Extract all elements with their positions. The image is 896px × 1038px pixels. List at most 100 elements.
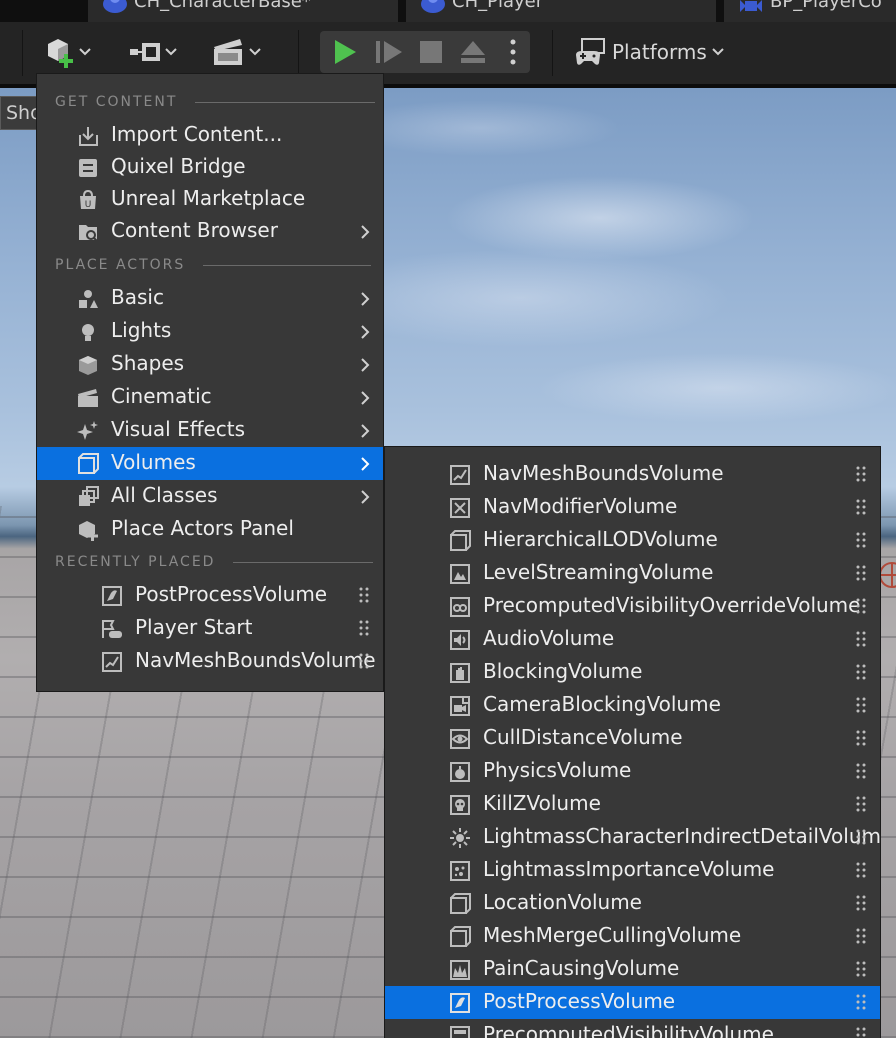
- add-content-button[interactable]: [44, 34, 92, 70]
- submenu-item-paincausingvolume[interactable]: PainCausingVolume: [385, 953, 880, 986]
- stop-button[interactable]: [416, 37, 446, 67]
- menu-item-label: Shapes: [111, 351, 185, 375]
- menu-item-label: Place Actors Panel: [111, 516, 294, 540]
- submenu-item-meshmergecullingvolume[interactable]: MeshMergeCullingVolume: [385, 920, 880, 953]
- gamepad-monitor-icon: [576, 38, 605, 65]
- drag-handle-icon[interactable]: [856, 993, 866, 1011]
- menu-item-import-content[interactable]: Import Content...: [37, 119, 383, 152]
- controller-blueprint-icon: [740, 0, 762, 12]
- advance-frame-button[interactable]: [374, 37, 404, 67]
- menu-item-all-classes[interactable]: All Classes: [37, 480, 383, 513]
- recent-item-postprocessvolume[interactable]: PostProcessVolume: [37, 579, 383, 612]
- drag-handle-icon[interactable]: [856, 564, 866, 582]
- recent-item-player-start[interactable]: Player Start: [37, 612, 383, 645]
- submenu-item-precomputedvisibilityvolume[interactable]: PrecomputedVisibilityVolume: [385, 1019, 880, 1038]
- drag-handle-icon[interactable]: [856, 465, 866, 483]
- submenu-item-hierarchicallodvolume[interactable]: HierarchicalLODVolume: [385, 524, 880, 557]
- play-button[interactable]: [330, 37, 360, 67]
- drag-handle-icon[interactable]: [856, 630, 866, 648]
- drag-handle-icon[interactable]: [856, 960, 866, 978]
- drag-handle-icon[interactable]: [856, 729, 866, 747]
- chevron-down-icon: [79, 48, 91, 56]
- drag-handle-icon[interactable]: [856, 927, 866, 945]
- drag-handle-icon[interactable]: [856, 597, 866, 615]
- drag-handle-icon[interactable]: [856, 828, 866, 846]
- submenu-item-audiovolume[interactable]: AudioVolume: [385, 623, 880, 656]
- drag-handle-icon[interactable]: [856, 762, 866, 780]
- drag-handle-icon[interactable]: [856, 861, 866, 879]
- drag-handle-icon[interactable]: [359, 586, 369, 604]
- chevron-down-icon: [165, 48, 177, 56]
- place-actors-icon: [79, 521, 98, 541]
- section-header-get-content: GET CONTENT: [55, 93, 376, 111]
- cinematics-button[interactable]: [212, 34, 262, 70]
- navmodifier-volume-icon: [450, 498, 470, 518]
- platforms-button[interactable]: Platforms: [574, 34, 725, 70]
- import-icon: [79, 127, 98, 146]
- blueprints-button[interactable]: [130, 34, 178, 70]
- submenu-item-camerablockingvolume[interactable]: CameraBlockingVolume: [385, 689, 880, 722]
- submenu-item-postprocessvolume[interactable]: PostProcessVolume: [385, 986, 880, 1019]
- stop-icon: [420, 41, 442, 63]
- drag-handle-icon[interactable]: [856, 531, 866, 549]
- chevron-right-icon: [361, 490, 370, 504]
- drag-handle-icon[interactable]: [856, 894, 866, 912]
- submenu-item-label: LightmassCharacterIndirectDetailVolume: [483, 824, 881, 848]
- submenu-item-lightmasscharacterindirectdetailvolume[interactable]: LightmassCharacterIndirectDetailVolume: [385, 821, 881, 854]
- basic-actors-icon: [79, 290, 98, 308]
- drag-handle-icon[interactable]: [856, 498, 866, 516]
- drag-handle-icon[interactable]: [856, 663, 866, 681]
- menu-item-quixel-bridge[interactable]: Quixel Bridge: [37, 151, 383, 184]
- submenu-item-navmeshboundsvolume[interactable]: NavMeshBoundsVolume: [385, 458, 880, 491]
- menu-item-visual-effects[interactable]: Visual Effects: [37, 414, 383, 447]
- audio-volume-icon: [450, 630, 470, 650]
- recent-item-navmeshboundsvolume[interactable]: NavMeshBoundsVolume: [37, 645, 383, 678]
- drag-handle-icon[interactable]: [359, 652, 369, 670]
- menu-item-cinematic[interactable]: Cinematic: [37, 381, 383, 414]
- menu-item-volumes[interactable]: Volumes: [37, 447, 383, 480]
- submenu-item-culldistancevolume[interactable]: CullDistanceVolume: [385, 722, 880, 755]
- tab-label: BP_PlayerCo: [770, 0, 882, 12]
- menu-item-shapes[interactable]: Shapes: [37, 348, 383, 381]
- submenu-item-navmodifiervolume[interactable]: NavModifierVolume: [385, 491, 880, 524]
- drag-handle-icon[interactable]: [856, 795, 866, 813]
- menu-item-lights[interactable]: Lights: [37, 315, 383, 348]
- submenu-item-physicsvolume[interactable]: PhysicsVolume: [385, 755, 880, 788]
- submenu-item-blockingvolume[interactable]: BlockingVolume: [385, 656, 880, 689]
- menu-item-content-browser[interactable]: Content Browser: [37, 215, 383, 248]
- submenu-item-levelstreamingvolume[interactable]: LevelStreamingVolume: [385, 557, 880, 590]
- blueprint-graph-icon: [130, 43, 160, 61]
- menu-item-label: Unreal Marketplace: [111, 186, 306, 210]
- tab-ch-player[interactable]: CH_Player: [406, 0, 716, 22]
- submenu-item-lightmassimportancevolume[interactable]: LightmassImportanceVolume: [385, 854, 880, 887]
- play-controls: [320, 31, 530, 73]
- chevron-down-icon: [712, 48, 724, 56]
- submenu-item-label: AudioVolume: [483, 626, 615, 650]
- submenu-item-precomputedvisibilityoverridevolume[interactable]: PrecomputedVisibilityOverrideVolume: [385, 590, 880, 623]
- menu-item-label: Import Content...: [111, 122, 283, 146]
- submenu-item-label: CullDistanceVolume: [483, 725, 683, 749]
- section-divider: [203, 264, 372, 266]
- menu-item-basic[interactable]: Basic: [37, 282, 383, 315]
- visibility-override-volume-icon: [450, 597, 470, 617]
- tab-bp-playercontroller[interactable]: BP_PlayerCo: [724, 0, 896, 22]
- kebab-menu-icon: [510, 39, 516, 65]
- volume-icon: [450, 926, 471, 947]
- drag-handle-icon[interactable]: [856, 696, 866, 714]
- tab-ch-characterbase[interactable]: CH_CharacterBase*: [88, 0, 398, 22]
- eject-button[interactable]: [458, 37, 488, 67]
- menu-item-label: Cinematic: [111, 384, 212, 408]
- submenu-item-killzvolume[interactable]: KillZVolume: [385, 788, 880, 821]
- chevron-down-icon: [249, 48, 261, 56]
- postprocess-volume-icon: [102, 586, 122, 606]
- toolbar-divider: [22, 30, 23, 76]
- chevron-right-icon: [361, 225, 370, 239]
- play-options-button[interactable]: [500, 37, 526, 67]
- submenu-item-locationvolume[interactable]: LocationVolume: [385, 887, 880, 920]
- drag-handle-icon[interactable]: [856, 1026, 866, 1038]
- eject-icon: [461, 41, 485, 63]
- drag-handle-icon[interactable]: [359, 619, 369, 637]
- pain-volume-icon: [450, 960, 470, 980]
- menu-item-unreal-marketplace[interactable]: U Unreal Marketplace: [37, 183, 383, 216]
- menu-item-place-actors-panel[interactable]: Place Actors Panel: [37, 513, 383, 546]
